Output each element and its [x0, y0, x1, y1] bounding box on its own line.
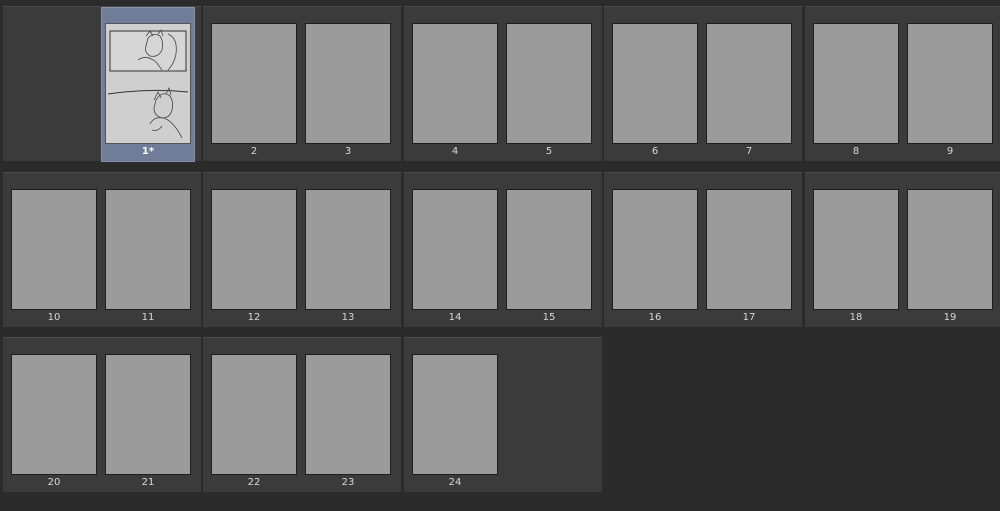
- page-canvas-preview: [506, 23, 592, 144]
- page-canvas-preview: [412, 189, 498, 310]
- page-number-label: 5: [545, 146, 553, 157]
- page-canvas-preview: [211, 354, 297, 475]
- page-canvas-preview: [907, 23, 993, 144]
- page-canvas-preview: [211, 189, 297, 310]
- page-thumbnail[interactable]: 14: [408, 173, 502, 328]
- page-spread: 45: [404, 6, 602, 161]
- page-number-label: 7: [745, 146, 753, 157]
- page-number-label: 21: [141, 477, 155, 488]
- page-number-label: 24: [448, 477, 462, 488]
- page-canvas-preview: [305, 354, 391, 475]
- page-spread: 20 21: [3, 337, 201, 492]
- page-canvas-preview: [612, 23, 698, 144]
- page-canvas-preview: [813, 23, 899, 144]
- page-canvas-preview: [412, 354, 498, 475]
- page-canvas-preview: [305, 189, 391, 310]
- page-thumbnail[interactable]: 8: [809, 7, 903, 162]
- page-number-label: 22: [247, 477, 261, 488]
- page-spread: 89: [805, 6, 1000, 161]
- page-canvas-preview: [211, 23, 297, 144]
- page-spread: 14 15: [404, 172, 602, 327]
- page-thumbnail[interactable]: 23: [301, 338, 395, 493]
- page-canvas-preview: [706, 189, 792, 310]
- page-spread: 23: [203, 6, 401, 161]
- page-number-label: 2: [250, 146, 258, 157]
- page-thumbnail[interactable]: 9: [903, 7, 997, 162]
- page-thumbnail[interactable]: 3: [301, 7, 395, 162]
- page-thumbnail[interactable]: 17: [702, 173, 796, 328]
- page-canvas-preview: [612, 189, 698, 310]
- page-spread: 67: [604, 6, 802, 161]
- page-thumbnail[interactable]: 4: [408, 7, 502, 162]
- page-thumbnail[interactable]: 15: [502, 173, 596, 328]
- page-thumbnail[interactable]: 11: [101, 173, 195, 328]
- page-number-label: 10: [47, 312, 61, 323]
- page-thumbnail[interactable]: 13: [301, 173, 395, 328]
- page-canvas-preview: [907, 189, 993, 310]
- page-number-label: 4: [451, 146, 459, 157]
- page-number-label: 1*: [141, 146, 155, 157]
- page-spread: 1*: [3, 6, 201, 162]
- page-number-label: 19: [943, 312, 957, 323]
- page-spread: 16 17: [604, 172, 802, 327]
- page-thumbnail[interactable]: 24: [408, 338, 502, 493]
- page-number-label: 11: [141, 312, 155, 323]
- page-thumbnail[interactable]: 5: [502, 7, 596, 162]
- page-canvas-preview: [412, 23, 498, 144]
- page-canvas-preview: [105, 23, 191, 144]
- page-thumbnail[interactable]: 22: [207, 338, 301, 493]
- page-canvas-preview: [105, 354, 191, 475]
- page-spread: 18 19: [805, 172, 1000, 327]
- page-spread: 12 13: [203, 172, 401, 327]
- page-number-label: 6: [651, 146, 659, 157]
- page-number-label: 8: [852, 146, 860, 157]
- page-number-label: 12: [247, 312, 261, 323]
- page-canvas-preview: [305, 23, 391, 144]
- page-canvas-preview: [706, 23, 792, 144]
- page-canvas-preview: [506, 189, 592, 310]
- page-spread: 24: [404, 337, 602, 492]
- page-number-label: 3: [344, 146, 352, 157]
- page-spread: 22 23: [203, 337, 401, 492]
- page-spread: 10 11: [3, 172, 201, 327]
- page-number-label: 15: [542, 312, 556, 323]
- page-thumbnail-selected[interactable]: 1*: [101, 7, 195, 162]
- page-thumbnail[interactable]: 16: [608, 173, 702, 328]
- page-manager-panel: 1* 2 3 4 5 6 7 8 9 10 11 12 13 14 15 16 17 18 19 20 21 22 23 24: [0, 0, 1000, 511]
- page-canvas-preview: [105, 189, 191, 310]
- page-thumbnail[interactable]: 12: [207, 173, 301, 328]
- page-sketch-thumbnail: [106, 24, 190, 143]
- page-thumbnail[interactable]: 10: [7, 173, 101, 328]
- page-number-label: 9: [946, 146, 954, 157]
- page-thumbnail[interactable]: 2: [207, 7, 301, 162]
- page-canvas-preview: [11, 189, 97, 310]
- page-number-label: 13: [341, 312, 355, 323]
- page-thumbnail[interactable]: 19: [903, 173, 997, 328]
- page-canvas-preview: [11, 354, 97, 475]
- page-canvas-preview: [813, 189, 899, 310]
- page-number-label: 17: [742, 312, 756, 323]
- page-number-label: 16: [648, 312, 662, 323]
- page-thumbnail[interactable]: 21: [101, 338, 195, 493]
- page-thumbnail[interactable]: 20: [7, 338, 101, 493]
- page-number-label: 23: [341, 477, 355, 488]
- page-thumbnail[interactable]: 18: [809, 173, 903, 328]
- page-thumbnail[interactable]: 7: [702, 7, 796, 162]
- page-number-label: 20: [47, 477, 61, 488]
- page-number-label: 18: [849, 312, 863, 323]
- page-thumbnail[interactable]: 6: [608, 7, 702, 162]
- page-number-label: 14: [448, 312, 462, 323]
